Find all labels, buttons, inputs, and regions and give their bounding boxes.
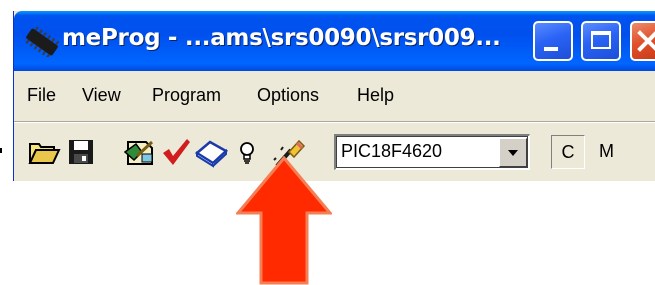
toolbar: PIC18F4620 C M [14,123,655,181]
minimize-icon [544,47,558,51]
read-chip-icon [123,140,154,165]
edge-mark [0,148,2,153]
device-select-value: PIC18F4620 [341,141,443,161]
mode-m-label[interactable]: M [599,141,614,162]
open-button[interactable] [27,136,61,168]
read-button[interactable] [122,136,158,168]
close-button[interactable] [630,21,655,61]
maximize-button[interactable] [581,21,621,61]
app-window: meProg - ...ams\srs0090\srsr009... File … [13,11,655,181]
device-dropdown-button[interactable] [499,138,527,167]
chip-icon [22,26,62,59]
menu-bar: File View Program Options Help [14,71,655,119]
open-folder-icon [28,143,61,164]
erase-button[interactable] [194,136,230,168]
verify-check-icon [163,139,190,165]
menu-program[interactable]: Program [152,85,221,106]
window-title: meProg - ...ams\srs0090\srsr009... [62,25,501,51]
verify-button[interactable] [160,136,192,168]
menu-help[interactable]: Help [357,85,394,106]
close-icon [637,30,655,52]
menu-options[interactable]: Options [257,85,319,106]
menu-file[interactable]: File [27,85,56,106]
device-select[interactable]: PIC18F4620 [334,134,530,170]
minimize-button[interactable] [533,21,573,61]
chevron-down-icon [508,150,518,156]
mode-c-button[interactable]: C [551,135,585,169]
save-button[interactable] [66,136,96,168]
annotation-arrow-icon [236,156,332,285]
maximize-icon [591,31,611,49]
save-icon [69,140,93,164]
title-bar[interactable]: meProg - ...ams\srs0090\srsr009... [14,11,655,71]
erase-icon [194,140,229,168]
menu-view[interactable]: View [82,85,121,106]
screenshot-canvas: meProg - ...ams\srs0090\srsr009... File … [0,0,655,285]
